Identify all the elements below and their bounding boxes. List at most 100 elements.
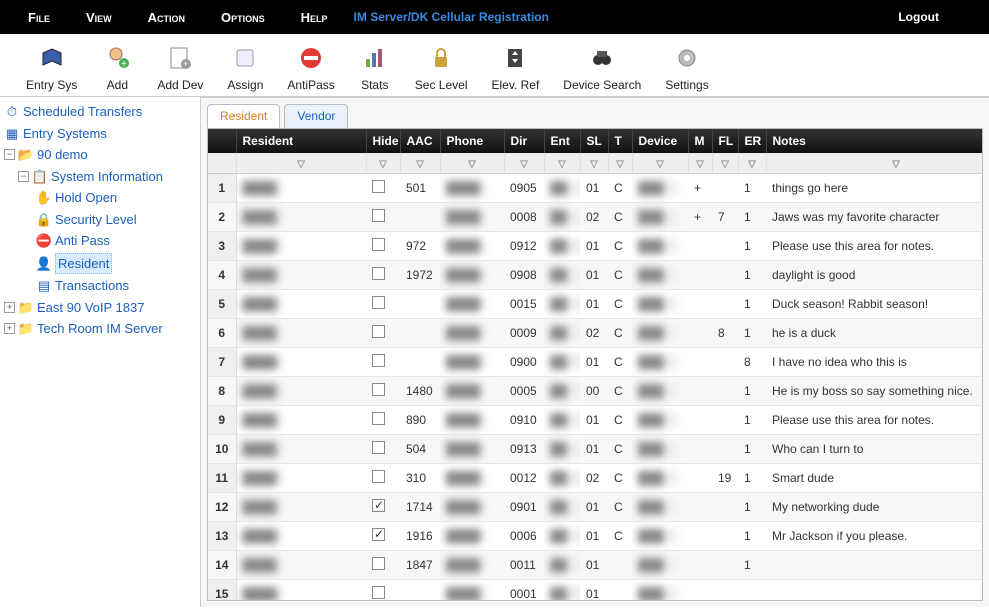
- filter-cell[interactable]: ▽: [504, 153, 544, 174]
- hide-checkbox[interactable]: [372, 441, 385, 454]
- hide-checkbox[interactable]: [372, 354, 385, 367]
- tree-item-security-level[interactable]: 🔒Security Level: [4, 209, 196, 231]
- hide-checkbox[interactable]: [372, 586, 385, 599]
- table-row[interactable]: 5████████0015██01C███1Duck season! Rabbi…: [208, 290, 983, 319]
- col-header-m[interactable]: M: [688, 129, 712, 153]
- grid-wrap[interactable]: ResidentHideAACPhoneDirEntSLTDeviceMFLER…: [207, 128, 983, 601]
- menu-action[interactable]: Action: [130, 10, 203, 25]
- hide-checkbox[interactable]: [372, 528, 385, 541]
- col-header-fl[interactable]: FL: [712, 129, 738, 153]
- table-row[interactable]: 15████████0001██01███: [208, 580, 983, 602]
- hide-cell[interactable]: [366, 377, 400, 406]
- filter-cell[interactable]: ▽: [738, 153, 766, 174]
- toolbar-sec-level[interactable]: Sec Level: [403, 42, 480, 94]
- table-row[interactable]: 6████████0009██02C███81he is a duck: [208, 319, 983, 348]
- filter-cell[interactable]: ▽: [608, 153, 632, 174]
- filter-cell[interactable]: ▽: [400, 153, 440, 174]
- col-header-er[interactable]: ER: [738, 129, 766, 153]
- tree-expander-icon[interactable]: −: [18, 171, 29, 182]
- col-header-rownum[interactable]: [208, 129, 236, 153]
- table-row[interactable]: 9████890████0910██01C███1Please use this…: [208, 406, 983, 435]
- hide-cell[interactable]: [366, 522, 400, 551]
- hide-cell[interactable]: [366, 580, 400, 602]
- col-header-sl[interactable]: SL: [580, 129, 608, 153]
- resident-grid[interactable]: ResidentHideAACPhoneDirEntSLTDeviceMFLER…: [208, 129, 983, 601]
- hide-cell[interactable]: [366, 203, 400, 232]
- hide-cell[interactable]: [366, 551, 400, 580]
- filter-cell[interactable]: ▽: [688, 153, 712, 174]
- filter-cell[interactable]: ▽: [440, 153, 504, 174]
- col-header-phone[interactable]: Phone: [440, 129, 504, 153]
- hide-cell[interactable]: [366, 406, 400, 435]
- filter-cell[interactable]: ▽: [580, 153, 608, 174]
- hide-checkbox[interactable]: [372, 499, 385, 512]
- toolbar-stats[interactable]: Stats: [347, 42, 403, 94]
- menu-file[interactable]: File: [10, 10, 68, 25]
- table-row[interactable]: 2████████0008██02C███+71Jaws was my favo…: [208, 203, 983, 232]
- hide-checkbox[interactable]: [372, 267, 385, 280]
- hide-checkbox[interactable]: [372, 557, 385, 570]
- tree-item-tech-room-im-server[interactable]: +📁Tech Room IM Server: [4, 318, 196, 340]
- tree-item-resident[interactable]: 👤Resident: [4, 252, 196, 276]
- tree-expander-icon[interactable]: −: [4, 149, 15, 160]
- menu-options[interactable]: Options: [203, 10, 283, 25]
- hide-cell[interactable]: [366, 435, 400, 464]
- table-row[interactable]: 4████1972████0908██01C███1daylight is go…: [208, 261, 983, 290]
- hide-cell[interactable]: [366, 290, 400, 319]
- col-header-ent[interactable]: Ent: [544, 129, 580, 153]
- hide-cell[interactable]: [366, 493, 400, 522]
- tree-item-entry-systems[interactable]: ▦Entry Systems: [4, 123, 196, 145]
- col-header-aac[interactable]: AAC: [400, 129, 440, 153]
- table-row[interactable]: 14████1847████0011██01███1: [208, 551, 983, 580]
- filter-cell[interactable]: ▽: [766, 153, 983, 174]
- tree-item-hold-open[interactable]: ✋Hold Open: [4, 187, 196, 209]
- toolbar-add[interactable]: +Add: [89, 42, 145, 94]
- hide-cell[interactable]: [366, 261, 400, 290]
- tab-vendor[interactable]: Vendor: [284, 104, 348, 128]
- tree-item-90-demo[interactable]: −📂90 demo: [4, 144, 196, 166]
- table-row[interactable]: 12████1714████0901██01C███1My networking…: [208, 493, 983, 522]
- hide-checkbox[interactable]: [372, 470, 385, 483]
- hide-checkbox[interactable]: [372, 296, 385, 309]
- toolbar-assign[interactable]: Assign: [215, 42, 275, 94]
- table-row[interactable]: 13████1916████0006██01C███1Mr Jackson if…: [208, 522, 983, 551]
- col-header-t[interactable]: T: [608, 129, 632, 153]
- menu-view[interactable]: View: [68, 10, 130, 25]
- tree-expander-icon[interactable]: +: [4, 323, 15, 334]
- table-row[interactable]: 8████1480████0005██00C███1He is my boss …: [208, 377, 983, 406]
- toolbar-entry-sys[interactable]: Entry Sys: [14, 42, 89, 94]
- table-row[interactable]: 3████972████0912██01C███1Please use this…: [208, 232, 983, 261]
- col-header-dir[interactable]: Dir: [504, 129, 544, 153]
- hide-cell[interactable]: [366, 174, 400, 203]
- table-row[interactable]: 10████504████0913██01C███1Who can I turn…: [208, 435, 983, 464]
- tree-item-east-90-voip-1837[interactable]: +📁East 90 VoIP 1837: [4, 297, 196, 319]
- hide-checkbox[interactable]: [372, 325, 385, 338]
- toolbar-antipass[interactable]: AntiPass: [275, 42, 346, 94]
- tab-resident[interactable]: Resident: [207, 104, 280, 128]
- logout-link[interactable]: Logout: [898, 10, 939, 24]
- table-row[interactable]: 7████████0900██01C███8I have no idea who…: [208, 348, 983, 377]
- hide-checkbox[interactable]: [372, 209, 385, 222]
- table-row[interactable]: 11████310████0012██02C███191Smart dude: [208, 464, 983, 493]
- hide-checkbox[interactable]: [372, 180, 385, 193]
- col-header-notes[interactable]: Notes: [766, 129, 983, 153]
- col-header-device[interactable]: Device: [632, 129, 688, 153]
- hide-cell[interactable]: [366, 232, 400, 261]
- tree-expander-icon[interactable]: +: [4, 302, 15, 313]
- tree-item-transactions[interactable]: ▤Transactions: [4, 275, 196, 297]
- filter-cell[interactable]: ▽: [712, 153, 738, 174]
- filter-cell[interactable]: ▽: [366, 153, 400, 174]
- filter-cell[interactable]: ▽: [632, 153, 688, 174]
- hide-checkbox[interactable]: [372, 383, 385, 396]
- tree-item-scheduled-transfers[interactable]: ⏱Scheduled Transfers: [4, 101, 196, 123]
- hide-cell[interactable]: [366, 464, 400, 493]
- toolbar-add-dev[interactable]: +Add Dev: [145, 42, 215, 94]
- menu-help[interactable]: Help: [283, 10, 346, 25]
- col-header-hide[interactable]: Hide: [366, 129, 400, 153]
- filter-cell[interactable]: ▽: [236, 153, 366, 174]
- toolbar-elev-ref[interactable]: Elev. Ref: [479, 42, 551, 94]
- toolbar-device-search[interactable]: Device Search: [551, 42, 653, 94]
- hide-checkbox[interactable]: [372, 412, 385, 425]
- hide-cell[interactable]: [366, 348, 400, 377]
- filter-cell[interactable]: [208, 153, 236, 174]
